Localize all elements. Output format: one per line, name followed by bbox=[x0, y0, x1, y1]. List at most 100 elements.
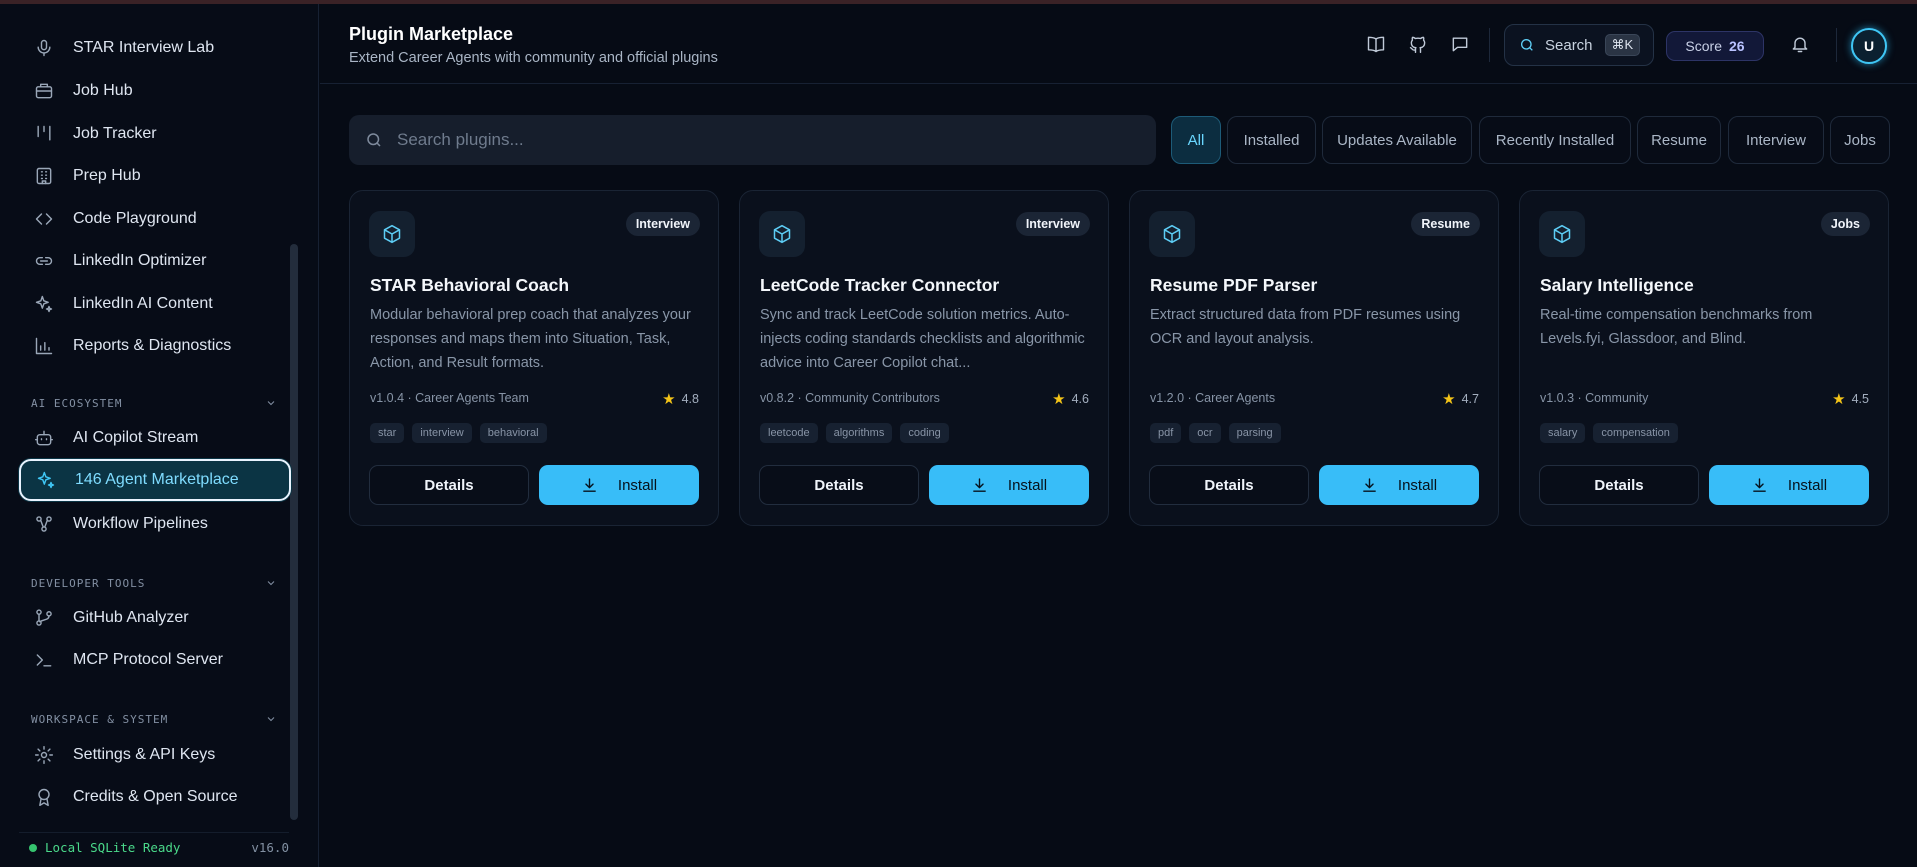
award-icon bbox=[33, 786, 55, 808]
package-icon bbox=[369, 211, 415, 257]
header-divider bbox=[1489, 28, 1490, 62]
sidebar-item-settings-api-keys[interactable]: Settings & API Keys bbox=[19, 734, 291, 776]
sidebar-item-prep-hub[interactable]: Prep Hub bbox=[19, 155, 291, 197]
star-icon: ★ bbox=[662, 391, 676, 408]
install-button[interactable]: Install bbox=[1319, 465, 1479, 505]
rating-value: 4.8 bbox=[681, 392, 699, 406]
sidebar-footer: Local SQLite Ready v16.0 bbox=[19, 832, 289, 862]
sidebar-item-label: Job Hub bbox=[73, 82, 133, 99]
tag: star bbox=[370, 423, 405, 443]
sidebar-item-reports-diagnostics[interactable]: Reports & Diagnostics bbox=[19, 325, 291, 367]
search-label: Search bbox=[1545, 36, 1593, 54]
tag: behavioral bbox=[479, 423, 547, 443]
bot-icon bbox=[33, 427, 55, 449]
tag: compensation bbox=[1593, 423, 1678, 443]
sidebar-item-linkedin-optimizer[interactable]: LinkedIn Optimizer bbox=[19, 240, 291, 282]
git-branch-icon bbox=[33, 607, 55, 629]
sidebar: STAR Interview Lab Job Hub Job Tracker P… bbox=[0, 4, 319, 867]
filter-all[interactable]: All bbox=[1171, 116, 1221, 164]
sidebar-item-ai-copilot-stream[interactable]: AI Copilot Stream bbox=[19, 417, 291, 459]
sidebar-item-label: Job Tracker bbox=[73, 125, 157, 142]
install-label: Install bbox=[1007, 476, 1048, 494]
section-developer-tools[interactable]: DEVELOPER TOOLS bbox=[31, 575, 277, 591]
section-ai-ecosystem[interactable]: AI ECOSYSTEM bbox=[31, 395, 277, 411]
sparkles-icon bbox=[33, 293, 55, 315]
filter-resume[interactable]: Resume bbox=[1637, 116, 1721, 164]
plugin-description: Modular behavioral prep coach that analy… bbox=[370, 307, 691, 371]
section-title: AI ECOSYSTEM bbox=[31, 396, 123, 410]
plugin-meta: v1.2.0 · Career Agents bbox=[1150, 391, 1276, 405]
package-icon bbox=[1539, 211, 1585, 257]
sidebar-item-label: LinkedIn AI Content bbox=[73, 295, 213, 312]
sidebar-item-credits-open-source[interactable]: Credits & Open Source bbox=[19, 776, 291, 818]
chevron-down-icon bbox=[265, 713, 277, 725]
filter-recently-installed[interactable]: Recently Installed bbox=[1479, 116, 1631, 164]
sidebar-item-label: Code Playground bbox=[73, 210, 197, 227]
search-icon bbox=[1521, 39, 1533, 51]
rating-value: 4.7 bbox=[1461, 392, 1479, 406]
details-button[interactable]: Details bbox=[1539, 465, 1699, 505]
book-icon[interactable] bbox=[1366, 34, 1388, 56]
sidebar-item-mcp-protocol-server[interactable]: MCP Protocol Server bbox=[19, 639, 291, 681]
install-button[interactable]: Install bbox=[1709, 465, 1869, 505]
plugin-meta: v1.0.3 · Community bbox=[1540, 391, 1649, 405]
plugin-card: Interview STAR Behavioral Coach Modular … bbox=[349, 190, 719, 526]
tag-list: pdf ocr parsing bbox=[1150, 423, 1281, 443]
plugin-rating: ★ 4.6 bbox=[1052, 390, 1089, 408]
sidebar-item-label: Credits & Open Source bbox=[73, 788, 238, 805]
install-button[interactable]: Install bbox=[929, 465, 1089, 505]
briefcase-icon bbox=[33, 80, 55, 102]
score-value: 26 bbox=[1729, 38, 1745, 54]
filter-interview[interactable]: Interview bbox=[1728, 116, 1824, 164]
sidebar-item-label: Reports & Diagnostics bbox=[73, 337, 232, 354]
bell-icon[interactable] bbox=[1790, 34, 1812, 56]
sidebar-item-label: 146 Agent Marketplace bbox=[75, 471, 239, 488]
details-button[interactable]: Details bbox=[1149, 465, 1309, 505]
tag: pdf bbox=[1150, 423, 1182, 443]
sidebar-item-label: Prep Hub bbox=[73, 167, 141, 184]
section-title: WORKSPACE & SYSTEM bbox=[31, 712, 169, 726]
section-workspace-system[interactable]: WORKSPACE & SYSTEM bbox=[31, 711, 277, 727]
sidebar-item-github-analyzer[interactable]: GitHub Analyzer bbox=[19, 597, 291, 639]
plugin-description: Real-time compensation benchmarks from L… bbox=[1540, 307, 1813, 347]
tag-list: salary compensation bbox=[1540, 423, 1678, 443]
chat-icon[interactable] bbox=[1450, 34, 1472, 56]
sparkles-icon bbox=[35, 469, 57, 491]
filter-jobs[interactable]: Jobs bbox=[1830, 116, 1890, 164]
db-status-label: Local SQLite Ready bbox=[45, 840, 181, 855]
plugin-search-input[interactable] bbox=[397, 130, 1097, 150]
github-icon[interactable] bbox=[1408, 34, 1430, 56]
sidebar-scrollbar[interactable] bbox=[290, 244, 298, 820]
details-button[interactable]: Details bbox=[759, 465, 919, 505]
chevron-down-icon bbox=[265, 397, 277, 409]
sidebar-item-linkedin-ai-content[interactable]: LinkedIn AI Content bbox=[19, 283, 291, 325]
install-label: Install bbox=[1787, 476, 1828, 494]
install-label: Install bbox=[1397, 476, 1438, 494]
install-button[interactable]: Install bbox=[539, 465, 699, 505]
avatar[interactable]: U bbox=[1851, 28, 1887, 64]
plugin-card: Interview LeetCode Tracker Connector Syn… bbox=[739, 190, 1109, 526]
building-icon bbox=[33, 165, 55, 187]
category-badge: Interview bbox=[625, 212, 700, 236]
filter-updates-available[interactable]: Updates Available bbox=[1322, 116, 1472, 164]
sidebar-item-workflow-pipelines[interactable]: Workflow Pipelines bbox=[19, 503, 291, 545]
sidebar-item-star-interview-lab[interactable]: STAR Interview Lab bbox=[19, 27, 291, 69]
filter-installed[interactable]: Installed bbox=[1227, 116, 1316, 164]
sidebar-item-label: MCP Protocol Server bbox=[73, 651, 223, 668]
plugin-card: Jobs Salary Intelligence Real-time compe… bbox=[1519, 190, 1889, 526]
plugin-search-box[interactable] bbox=[349, 115, 1156, 165]
score-badge[interactable]: Score 26 bbox=[1666, 31, 1764, 61]
download-icon bbox=[1753, 477, 1766, 492]
sidebar-item-job-hub[interactable]: Job Hub bbox=[19, 70, 291, 112]
global-search-button[interactable]: Search ⌘K bbox=[1504, 24, 1654, 66]
sidebar-item-code-playground[interactable]: Code Playground bbox=[19, 198, 291, 240]
details-button[interactable]: Details bbox=[369, 465, 529, 505]
search-icon bbox=[367, 133, 381, 147]
gear-icon bbox=[33, 744, 55, 766]
sidebar-item-label: Workflow Pipelines bbox=[73, 515, 208, 532]
sidebar-item-label: LinkedIn Optimizer bbox=[73, 252, 207, 269]
plugin-name: STAR Behavioral Coach bbox=[370, 275, 570, 295]
page-header: Plugin Marketplace Extend Career Agents … bbox=[320, 4, 1917, 84]
sidebar-item-agent-marketplace[interactable]: 146 Agent Marketplace bbox=[19, 459, 291, 501]
sidebar-item-job-tracker[interactable]: Job Tracker bbox=[19, 113, 291, 155]
